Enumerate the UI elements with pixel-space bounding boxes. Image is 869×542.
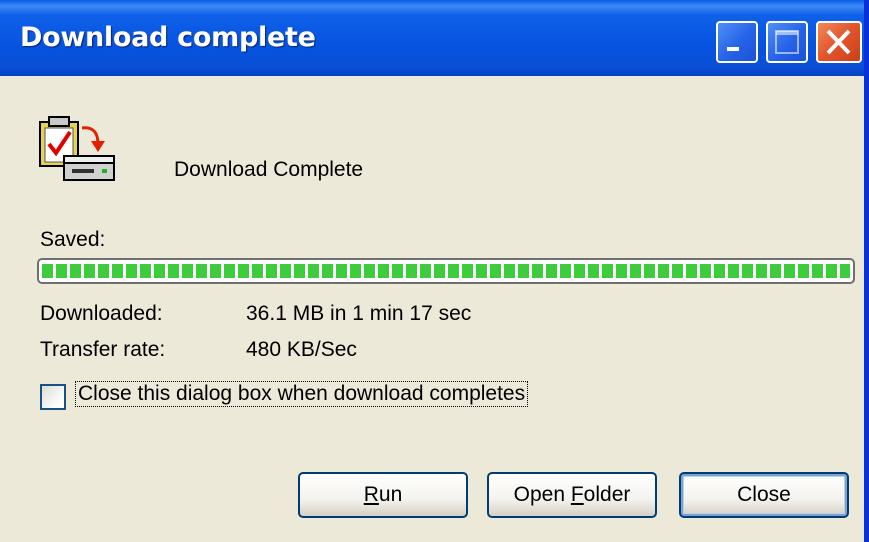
status-heading: Download Complete	[174, 158, 364, 181]
close-on-complete-checkbox[interactable]	[40, 384, 66, 410]
downloaded-value: 36.1 MB in 1 min 17 sec	[246, 302, 472, 325]
downloaded-label: Downloaded:	[40, 302, 163, 325]
close-button[interactable]: Close	[679, 472, 849, 518]
open-folder-mnemonic: F	[570, 483, 584, 506]
transfer-rate-label: Transfer rate:	[40, 338, 166, 361]
open-folder-button[interactable]: Open Folder	[487, 472, 657, 518]
open-folder-label-pre: Open	[513, 483, 571, 506]
download-progress-bar	[37, 258, 855, 284]
close-on-complete-label[interactable]: Close this dialog box when download comp…	[74, 381, 529, 407]
minimize-button[interactable]	[716, 21, 758, 63]
open-folder-label-post: older	[583, 483, 631, 506]
maximize-button[interactable]	[766, 21, 808, 63]
run-mnemonic: R	[363, 483, 379, 506]
close-icon	[826, 29, 851, 55]
saved-label: Saved:	[40, 228, 106, 251]
dialog-body: Download Complete Saved: Downloaded: 36.…	[0, 76, 864, 542]
download-complete-dialog: Download complete Download Complete Save…	[0, 0, 869, 542]
run-button[interactable]: Run	[298, 472, 468, 518]
maximize-icon	[775, 30, 799, 54]
progress-fill	[42, 264, 850, 278]
transfer-rate-value: 480 KB/Sec	[246, 338, 357, 361]
minimize-icon	[727, 47, 739, 51]
title-bar[interactable]: Download complete	[0, 0, 864, 76]
close-window-button[interactable]	[816, 21, 862, 63]
run-label-post: un	[378, 483, 403, 506]
window-title: Download complete	[20, 22, 316, 53]
download-complete-icon	[39, 116, 115, 181]
